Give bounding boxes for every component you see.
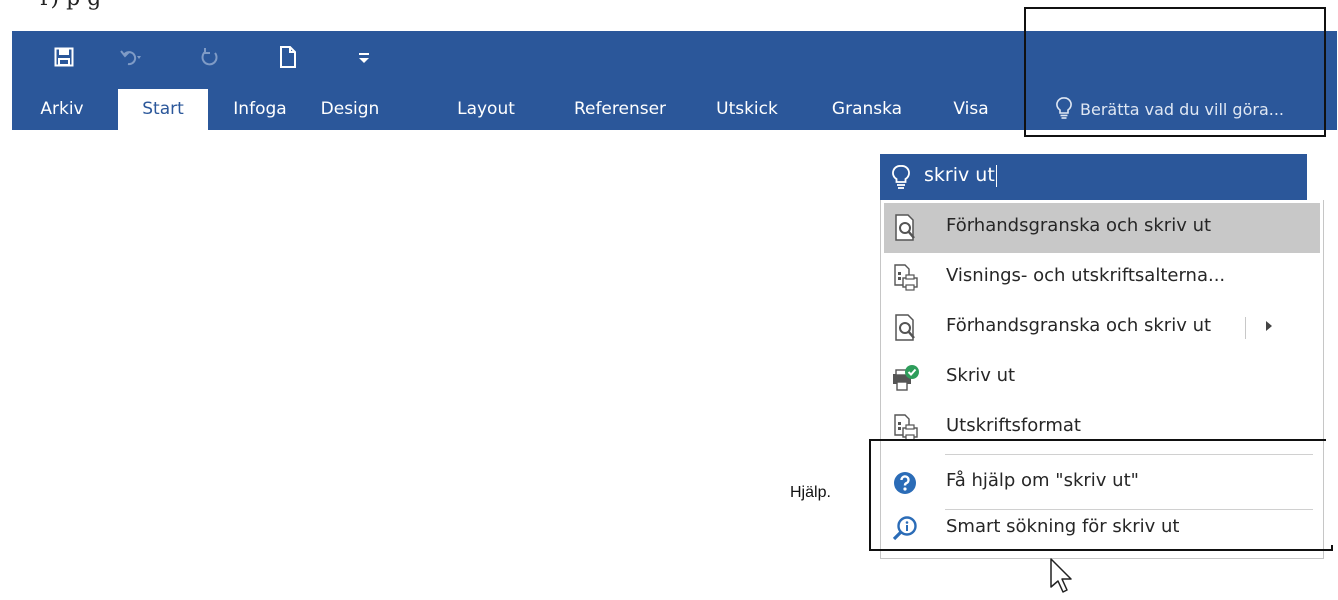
mouse-pointer-icon <box>1049 557 1075 600</box>
result-label: Utskriftsformat <box>946 415 1081 436</box>
chevron-right-icon[interactable] <box>1266 321 1272 331</box>
tab-layout[interactable]: Layout <box>448 89 524 130</box>
print-preview-icon <box>890 213 920 243</box>
split-divider <box>1245 317 1246 339</box>
annotation-frame-tell-me <box>1024 7 1326 137</box>
background-document-edge <box>1326 205 1338 545</box>
tab-referenser[interactable]: Referenser <box>564 89 676 130</box>
tab-arkiv[interactable]: Arkiv <box>32 89 92 130</box>
quick-access-toolbar <box>12 31 432 81</box>
result-print-preview[interactable]: Förhandsgranska och skriv ut <box>884 203 1320 253</box>
search-input[interactable]: skriv ut <box>880 154 1307 200</box>
result-label: Förhandsgranska och skriv ut <box>946 215 1212 236</box>
tab-visa[interactable]: Visa <box>944 89 998 130</box>
result-print-preview-submenu[interactable]: Förhandsgranska och skriv ut <box>884 303 1320 353</box>
document-text-fragment: r) p g <box>40 0 101 11</box>
annotation-label: Hjälp. <box>790 484 831 501</box>
annotation-frame-help <box>869 439 1333 551</box>
customize-qat-icon[interactable] <box>350 43 378 71</box>
redo-icon[interactable] <box>196 43 224 71</box>
undo-icon[interactable] <box>117 43 145 71</box>
tab-infoga[interactable]: Infoga <box>225 89 295 130</box>
tab-utskick[interactable]: Utskick <box>708 89 786 130</box>
tab-design[interactable]: Design <box>312 89 388 130</box>
print-options-icon <box>890 263 920 293</box>
new-document-icon[interactable] <box>274 43 302 71</box>
tab-start[interactable]: Start <box>118 89 208 130</box>
result-print[interactable]: Skriv ut <box>884 353 1320 403</box>
result-label: Visnings- och utskriftsalterna... <box>946 265 1226 286</box>
result-label: Skriv ut <box>946 365 1016 386</box>
print-preview-icon <box>890 313 920 343</box>
save-icon[interactable] <box>50 43 78 71</box>
search-query: skriv ut <box>924 164 997 187</box>
result-print-options[interactable]: Visnings- och utskriftsalterna... <box>884 253 1320 303</box>
result-label: Förhandsgranska och skriv ut <box>946 315 1212 336</box>
tab-granska[interactable]: Granska <box>824 89 910 130</box>
print-check-icon <box>890 363 920 393</box>
lightbulb-icon <box>892 165 910 194</box>
text-caret <box>995 164 997 187</box>
